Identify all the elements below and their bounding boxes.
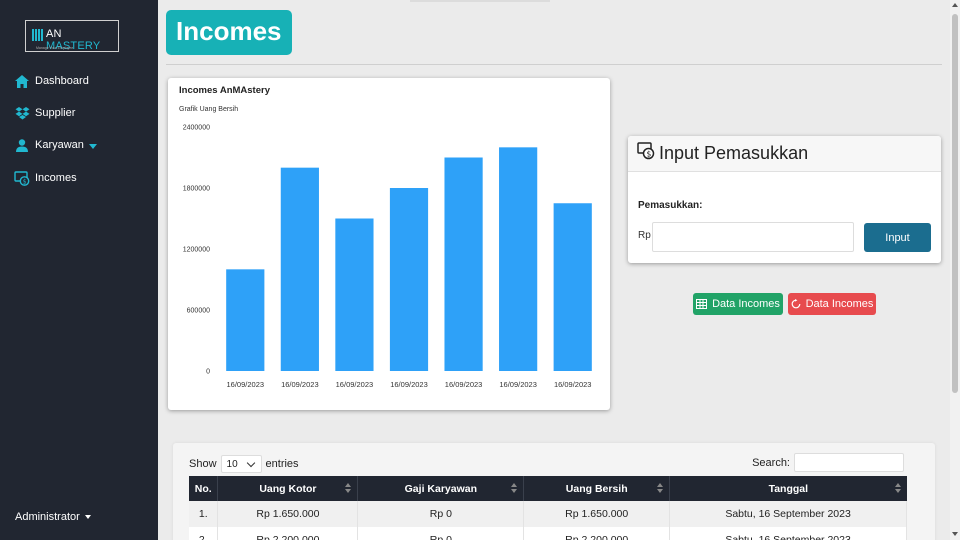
sidebar-item-supplier[interactable]: Supplier [14, 103, 75, 123]
table-header-row: No. Uang Kotor Gaji Karyawan Uang Bersih… [189, 476, 907, 501]
chart-bar[interactable] [335, 218, 374, 372]
scrollbar-thumb[interactable] [952, 14, 958, 393]
y-tick-label: 0 [206, 369, 210, 376]
chevron-down-icon [246, 458, 255, 468]
col-uang-bersih-header[interactable]: Uang Bersih [523, 476, 671, 501]
top-edge-strip [410, 0, 550, 2]
col-uang-kotor-header[interactable]: Uang Kotor [217, 476, 359, 501]
chart-bar[interactable] [389, 188, 429, 371]
y-tick-label: 600000 [187, 308, 210, 315]
income-chart-card: Incomes AnMAstery Grafik Uang Bersih 0 60… [168, 78, 610, 410]
input-income-card: $ Input Pemasukkan Pemasukkan: Rp Input [628, 136, 941, 263]
sidebar: AN MASTERY Manage Your Employee Dashboar… [0, 0, 158, 540]
reset-data-incomes-button[interactable]: Data Incomes [788, 293, 876, 315]
user-icon [14, 137, 30, 153]
income-amount-input[interactable] [652, 222, 854, 252]
export-label: Data Incomes [712, 298, 780, 310]
chart-bar[interactable] [444, 157, 483, 372]
user-name: Administrator [15, 511, 80, 523]
money-check-icon: $ [637, 142, 655, 165]
entries-select[interactable]: 10 [220, 455, 262, 473]
search-control: Search: [752, 453, 904, 472]
sidebar-item-label: Dashboard [35, 75, 89, 87]
sort-icon [511, 483, 518, 494]
export-data-incomes-button[interactable]: Data Incomes [693, 293, 783, 315]
income-bar-chart: Incomes AnMAstery Grafik Uang Bersih 0 60… [179, 85, 592, 389]
cell-uang-kotor: Rp 1.650.000 [217, 501, 359, 527]
y-tick-label: 1800000 [183, 186, 210, 193]
entries-label: entries [265, 458, 299, 470]
cell-uang-kotor: Rp 2.200.000 [217, 527, 359, 540]
show-label: Show [189, 458, 217, 470]
col-no-header[interactable]: No. [189, 476, 219, 501]
cell-uang-bersih: Rp 2.200.000 [523, 527, 671, 540]
dropbox-icon [14, 105, 30, 121]
col-tanggal-header[interactable]: Tanggal [669, 476, 907, 501]
sort-icon [894, 483, 901, 494]
page-title: Incomes [166, 10, 292, 55]
cell-no: 1. [189, 501, 219, 527]
sidebar-item-incomes[interactable]: $ Incomes [14, 168, 77, 188]
brand-logo[interactable]: AN MASTERY Manage Your Employee [25, 20, 119, 52]
search-label: Search: [752, 456, 790, 469]
cell-tanggal: Sabtu, 16 September 2023 [669, 527, 907, 540]
divider [166, 64, 942, 65]
chart-subtitle: Grafik Uang Bersih [179, 106, 238, 113]
incomes-table: No. Uang Kotor Gaji Karyawan Uang Bersih… [189, 476, 907, 540]
logo-bars-icon [32, 29, 43, 41]
sidebar-item-karyawan[interactable]: Karyawan [14, 135, 97, 155]
sidebar-item-label: Incomes [35, 172, 77, 184]
entries-value: 10 [226, 458, 238, 470]
reset-label: Data Incomes [805, 298, 874, 310]
input-card-header: $ Input Pemasukkan [628, 136, 941, 172]
x-tick-label: 16/09/2023 [281, 380, 319, 389]
y-tick-label: 1200000 [183, 247, 210, 254]
table-row: 2. Rp 2.200.000 Rp 0 Rp 2.200.000 Sabtu,… [189, 527, 907, 540]
x-tick-label: 16/09/2023 [336, 380, 374, 389]
input-card-title: Input Pemasukkan [659, 143, 809, 163]
sidebar-item-dashboard[interactable]: Dashboard [14, 71, 89, 91]
scroll-down-arrow-icon[interactable] [952, 532, 958, 536]
entries-control: Show 10 entries [189, 455, 299, 473]
caret-down-icon [84, 515, 91, 519]
sidebar-item-label: Supplier [35, 107, 76, 119]
svg-text:$: $ [647, 149, 652, 158]
cell-uang-bersih: Rp 1.650.000 [523, 501, 671, 527]
page-scrollbar[interactable] [950, 0, 960, 540]
incomes-table-card: Show 10 entries Search: No. Uang Kotor G… [173, 443, 935, 540]
chart-bar[interactable] [553, 203, 592, 371]
x-tick-label: 16/09/2023 [390, 380, 428, 389]
chart-bar[interactable] [499, 147, 538, 371]
income-field-label: Pemasukkan: [638, 200, 703, 211]
svg-text:$: $ [23, 178, 27, 185]
x-tick-label: 16/09/2023 [554, 380, 592, 389]
x-tick-label: 16/09/2023 [227, 380, 265, 389]
input-button[interactable]: Input [864, 223, 931, 252]
scroll-up-arrow-icon[interactable] [952, 3, 958, 7]
brand-tagline: Manage Your Employee [36, 46, 74, 50]
x-tick-label: 16/09/2023 [499, 380, 537, 389]
sort-icon [657, 483, 664, 494]
user-menu[interactable]: Administrator [15, 511, 91, 523]
reset-icon [791, 299, 801, 309]
y-tick-label: 2400000 [183, 125, 210, 132]
x-tick-label: 16/09/2023 [445, 380, 483, 389]
home-icon [14, 73, 30, 89]
currency-prefix: Rp [638, 230, 651, 241]
money-icon: $ [14, 170, 30, 186]
col-gaji-karyawan-header[interactable]: Gaji Karyawan [357, 476, 525, 501]
chart-title: Incomes AnMAstery [179, 85, 271, 96]
chevron-down-icon [88, 143, 97, 149]
cell-gaji-karyawan: Rp 0 [357, 501, 525, 527]
sort-icon [345, 483, 352, 494]
cell-gaji-karyawan: Rp 0 [357, 527, 525, 540]
cell-tanggal: Sabtu, 16 September 2023 [669, 501, 907, 527]
chart-bar[interactable] [280, 167, 319, 371]
chart-bar[interactable] [226, 269, 265, 371]
sidebar-item-label: Karyawan [35, 139, 84, 151]
table-row: 1. Rp 1.650.000 Rp 0 Rp 1.650.000 Sabtu,… [189, 501, 907, 527]
search-input[interactable] [794, 453, 904, 472]
table-icon [696, 299, 708, 309]
cell-no: 2. [189, 527, 219, 540]
